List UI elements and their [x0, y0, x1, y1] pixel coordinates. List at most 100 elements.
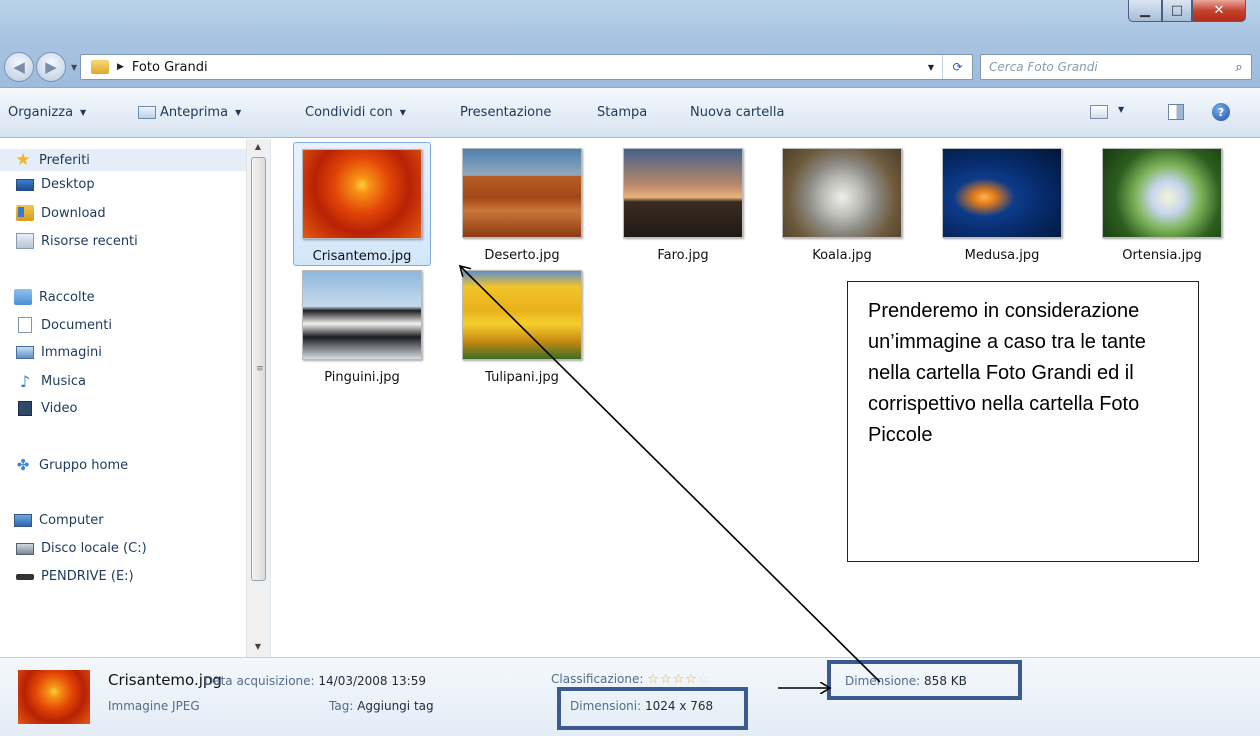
scroll-up-icon[interactable]: ▲ — [247, 139, 269, 155]
grip-icon: ≡ — [256, 364, 264, 374]
change-view-icon[interactable] — [1090, 105, 1108, 119]
sidebar-item-music[interactable]: ♪ Musica — [16, 371, 86, 391]
preview-pane-icon[interactable] — [1168, 104, 1184, 120]
sidebar-item-download[interactable]: Download — [16, 205, 106, 221]
file-name: Crisantemo.jpg — [312, 249, 412, 264]
organize-button[interactable]: Organizza ▼ — [8, 105, 86, 120]
navigation-scrollbar[interactable]: ▲ ≡ ▼ — [246, 139, 270, 657]
print-label: Stampa — [597, 105, 648, 120]
search-input[interactable]: Cerca Foto Grandi — [981, 60, 1227, 74]
star-icon[interactable]: ☆ — [698, 672, 711, 687]
print-button[interactable]: Stampa — [597, 105, 647, 120]
sidebar-item-label: Download — [41, 205, 106, 221]
sidebar-item-documents[interactable]: Documenti — [16, 317, 112, 333]
new-folder-button[interactable]: Nuova cartella — [690, 105, 784, 120]
thumbnail-image — [302, 270, 422, 360]
chevron-down-icon: ▼ — [399, 108, 406, 117]
scrollbar-thumb[interactable]: ≡ — [251, 157, 266, 581]
file-name: Tulipani.jpg — [485, 370, 559, 385]
rating-label: Classificazione: — [551, 672, 644, 686]
sidebar-item-label: Video — [41, 401, 78, 416]
star-icon[interactable]: ☆ — [647, 672, 660, 687]
date-taken-value[interactable]: 14/03/2008 13:59 — [318, 674, 426, 688]
desktop-icon — [16, 178, 34, 191]
sidebar-item-local-disk[interactable]: Disco locale (C:) — [16, 541, 147, 556]
thumbnail-image — [302, 149, 422, 239]
star-icon[interactable]: ☆ — [673, 672, 686, 687]
forward-button[interactable]: ▶ — [36, 52, 66, 82]
address-bar[interactable]: ▶ Foto Grandi ▼ ⟳ — [80, 54, 973, 80]
file-name: Koala.jpg — [812, 248, 872, 263]
file-item-pinguini[interactable]: Pinguini.jpg — [293, 264, 431, 388]
star-icon[interactable]: ☆ — [685, 672, 698, 687]
close-button[interactable]: ✕ — [1192, 0, 1246, 22]
sidebar-item-homegroup[interactable]: ✤ Gruppo home — [14, 456, 128, 474]
file-item-koala[interactable]: Koala.jpg — [773, 142, 911, 266]
sidebar-item-desktop[interactable]: Desktop — [16, 177, 95, 192]
sidebar-item-label: Computer — [39, 513, 104, 528]
recent-places-icon — [16, 233, 34, 249]
minimize-button[interactable]: ▁ — [1128, 0, 1162, 22]
search-box[interactable]: Cerca Foto Grandi ⌕ — [980, 54, 1252, 80]
help-icon[interactable]: ? — [1212, 103, 1230, 121]
pictures-icon — [16, 346, 34, 359]
recent-pages-dropdown[interactable]: ▼ — [71, 63, 77, 72]
details-thumbnail — [18, 670, 90, 724]
sidebar-item-recent[interactable]: Risorse recenti — [16, 233, 138, 249]
breadcrumb-arrow-icon[interactable]: ▶ — [117, 62, 124, 72]
computer-icon — [14, 514, 32, 527]
usb-drive-icon — [16, 573, 34, 580]
back-button[interactable]: ◀ — [4, 52, 34, 82]
file-item-ortensia[interactable]: Ortensia.jpg — [1093, 142, 1231, 266]
slideshow-button[interactable]: Presentazione — [460, 105, 551, 120]
maximize-icon: □ — [1170, 3, 1184, 18]
libraries-icon — [14, 289, 32, 305]
share-button[interactable]: Condividi con ▼ — [305, 105, 406, 120]
close-icon: ✕ — [1213, 3, 1225, 18]
file-name: Faro.jpg — [657, 248, 709, 263]
thumbnail-image — [782, 148, 902, 238]
tag-label: Tag: — [329, 699, 354, 713]
sidebar-item-label: Musica — [41, 373, 86, 389]
sidebar-item-pendrive[interactable]: PENDRIVE (E:) — [16, 569, 134, 584]
star-icon[interactable]: ☆ — [660, 672, 673, 687]
organize-label: Organizza — [8, 105, 74, 120]
download-folder-icon — [16, 205, 34, 221]
title-bar: ▁ □ ✕ ◀ ▶ ▼ ▶ Foto Grandi ▼ ⟳ Cerca Foto… — [0, 0, 1260, 88]
sidebar-item-images[interactable]: Immagini — [16, 345, 102, 360]
sidebar-item-favorites[interactable]: ★ Preferiti — [0, 149, 246, 171]
sidebar-item-computer[interactable]: Computer — [14, 513, 104, 528]
sidebar-item-video[interactable]: Video — [16, 401, 77, 416]
thumbnail-image — [462, 148, 582, 238]
file-item-tulipani[interactable]: Tulipani.jpg — [453, 264, 591, 388]
view-options-dropdown[interactable]: ▼ — [1118, 105, 1124, 114]
add-tag-value[interactable]: Aggiungi tag — [357, 699, 433, 713]
sidebar-item-libraries[interactable]: Raccolte — [14, 289, 95, 305]
file-item-crisantemo[interactable]: Crisantemo.jpg — [293, 142, 431, 266]
annotation-callout: Prenderemo in considerazione un’immagine… — [847, 281, 1199, 562]
preview-button[interactable]: Anteprima ▼ — [138, 105, 241, 120]
music-note-icon: ♪ — [19, 371, 31, 391]
maximize-button[interactable]: □ — [1162, 0, 1192, 22]
file-item-faro[interactable]: Faro.jpg — [614, 142, 752, 266]
file-name: Ortensia.jpg — [1122, 248, 1202, 263]
refresh-icon[interactable]: ⟳ — [942, 55, 972, 79]
scroll-down-icon[interactable]: ▼ — [247, 639, 269, 655]
file-item-deserto[interactable]: Deserto.jpg — [453, 142, 591, 266]
rating-stars[interactable]: ☆☆☆☆☆ — [647, 672, 711, 687]
address-dropdown-icon[interactable]: ▼ — [920, 63, 942, 72]
navigation-pane: ★ Preferiti Desktop Download Risorse rece… — [0, 139, 270, 657]
search-icon[interactable]: ⌕ — [1227, 60, 1251, 75]
preview-label: Anteprima — [160, 105, 229, 120]
sidebar-item-label: Preferiti — [39, 152, 90, 168]
sidebar-item-label: Documenti — [41, 317, 112, 333]
folder-icon — [91, 60, 109, 74]
file-name: Pinguini.jpg — [324, 370, 400, 385]
breadcrumb[interactable]: Foto Grandi — [132, 60, 208, 75]
slideshow-label: Presentazione — [460, 105, 552, 120]
details-file-type: Immagine JPEG — [108, 699, 200, 713]
new-folder-label: Nuova cartella — [690, 105, 785, 120]
command-bar: Organizza ▼ Anteprima ▼ Condividi con ▼ Pre… — [0, 88, 1260, 138]
chevron-down-icon: ▼ — [235, 108, 242, 117]
file-item-medusa[interactable]: Medusa.jpg — [933, 142, 1071, 266]
